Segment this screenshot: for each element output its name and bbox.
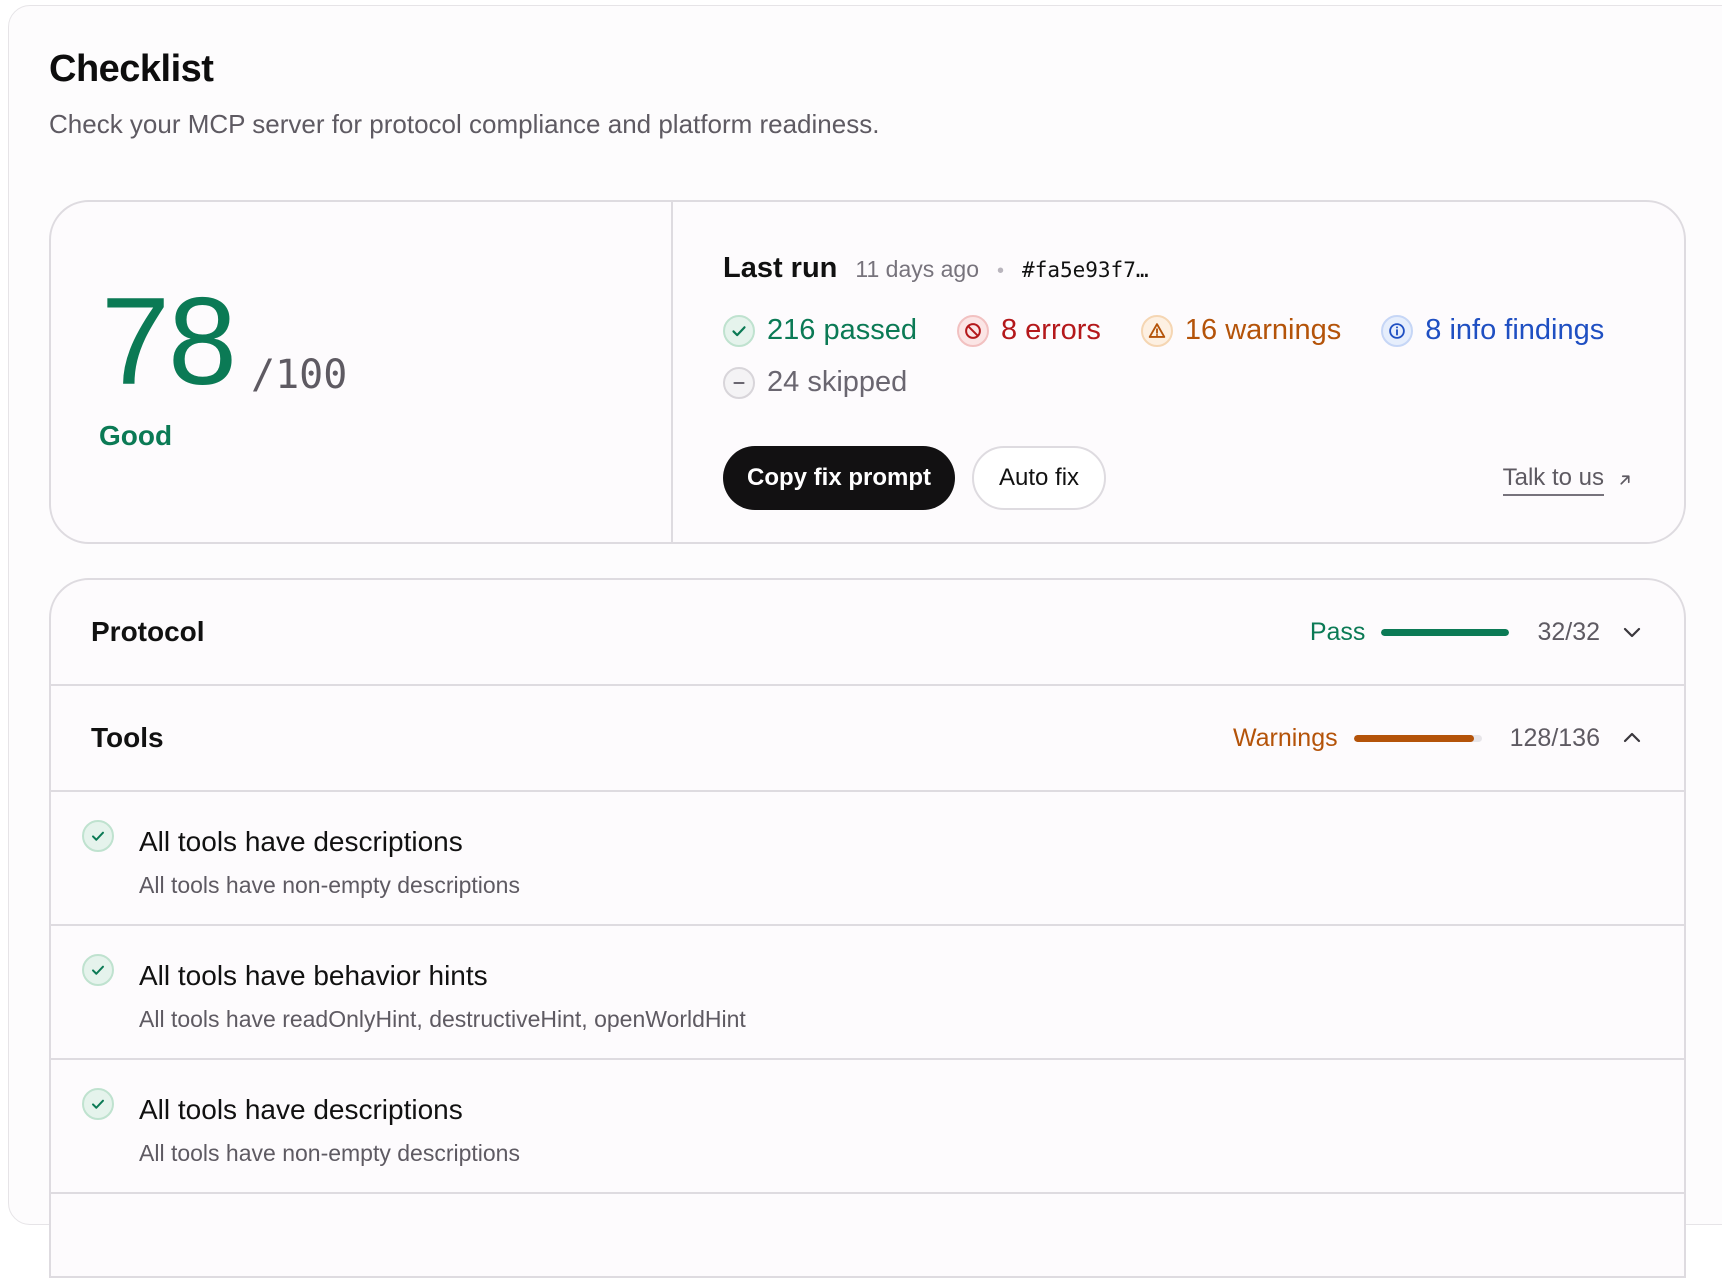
copy-fix-prompt-button[interactable]: Copy fix prompt: [723, 446, 955, 510]
check-item[interactable]: All tools have descriptions All tools ha…: [51, 792, 1684, 926]
section-summary: Warnings 128/136: [1233, 724, 1644, 753]
talk-to-us-link[interactable]: Talk to us: [1502, 464, 1634, 496]
check-circle-icon: [82, 954, 114, 986]
auto-fix-button[interactable]: Auto fix: [972, 446, 1107, 510]
stat-passed-label: 216 passed: [767, 314, 917, 346]
chevron-up-icon[interactable]: [1620, 726, 1644, 750]
stat-passed[interactable]: 216 passed: [723, 314, 917, 347]
action-bar: Copy fix prompt Auto fix: [723, 446, 1107, 510]
score-pane: 78 /100 Good: [51, 202, 673, 542]
warning-triangle-icon: [1140, 314, 1173, 347]
progress-bar: [1381, 628, 1510, 636]
check-description: All tools have non-empty descriptions: [139, 872, 520, 898]
section-status: Pass: [1309, 617, 1366, 646]
stat-info[interactable]: 8 info findings: [1381, 314, 1604, 347]
stat-warnings[interactable]: 16 warnings: [1140, 314, 1342, 347]
stats-row: 216 passed 8 errors 16 warnings 8 info f…: [723, 314, 1644, 347]
section-count: 32/32: [1537, 617, 1600, 646]
section-title: Protocol: [91, 616, 205, 647]
run-pane: Last run 11 days ago • #fa5e93f7… 216 pa…: [723, 202, 1684, 542]
minus-circle-icon: [723, 366, 755, 399]
stat-skipped-label: 24 skipped: [767, 366, 908, 398]
section-tools[interactable]: Tools Warnings 128/136: [51, 686, 1684, 792]
page-subtitle: Check your MCP server for protocol compl…: [49, 109, 880, 139]
check-circle-icon: [82, 1088, 114, 1120]
score-max: /100: [251, 352, 348, 398]
stat-info-label: 8 info findings: [1425, 314, 1605, 346]
chevron-down-icon[interactable]: [1620, 620, 1644, 644]
check-circle-icon: [723, 314, 755, 347]
checklist-panel: Checklist Check your MCP server for prot…: [8, 5, 1722, 1278]
section-summary: Pass 32/32: [1310, 618, 1644, 647]
check-title: All tools have behavior hints: [139, 960, 488, 991]
page-header: Checklist Check your MCP server for prot…: [49, 48, 879, 140]
summary-card: 78 /100 Good Last run 11 days ago • #fa5…: [49, 200, 1686, 544]
stat-errors-label: 8 errors: [1000, 314, 1101, 346]
ban-circle-icon: [956, 314, 989, 347]
last-run-line: Last run 11 days ago • #fa5e93f7…: [723, 252, 1148, 285]
stats-row-secondary: 24 skipped: [723, 366, 947, 399]
check-description: All tools have non-empty descriptions: [139, 1140, 520, 1166]
check-title: All tools have descriptions: [139, 826, 463, 857]
stat-errors[interactable]: 8 errors: [956, 314, 1101, 347]
last-run-label: Last run: [723, 252, 838, 284]
section-status: Warnings: [1232, 723, 1338, 752]
check-item[interactable]: All tools have descriptions All tools ha…: [51, 1060, 1684, 1194]
progress-bar-fill: [1381, 628, 1510, 636]
separator-dot: •: [997, 260, 1005, 282]
arrow-up-right-icon: [1620, 475, 1630, 485]
page-title: Checklist: [49, 48, 214, 90]
check-item[interactable]: All tools have behavior hints All tools …: [51, 926, 1684, 1060]
commit-hash[interactable]: #fa5e93f7…: [1022, 258, 1148, 282]
section-count: 128/136: [1509, 723, 1600, 752]
progress-bar: [1353, 734, 1482, 742]
score-value: 78: [101, 273, 237, 411]
section-protocol[interactable]: Protocol Pass 32/32: [51, 580, 1684, 686]
section-title: Tools: [91, 722, 164, 753]
progress-bar-fill: [1353, 734, 1475, 742]
check-title: All tools have descriptions: [139, 1094, 463, 1125]
sections-list: Protocol Pass 32/32 Tools Warnings 128/1…: [49, 578, 1686, 1278]
last-run-time: 11 days ago: [855, 256, 980, 282]
stat-warnings-label: 16 warnings: [1184, 314, 1342, 346]
check-circle-icon: [82, 820, 114, 852]
check-description: All tools have readOnlyHint, destructive…: [139, 1006, 746, 1032]
stat-skipped[interactable]: 24 skipped: [723, 366, 907, 399]
talk-to-us-label: Talk to us: [1502, 464, 1604, 496]
score-grade: Good: [99, 420, 173, 451]
info-circle-icon: [1381, 314, 1414, 347]
